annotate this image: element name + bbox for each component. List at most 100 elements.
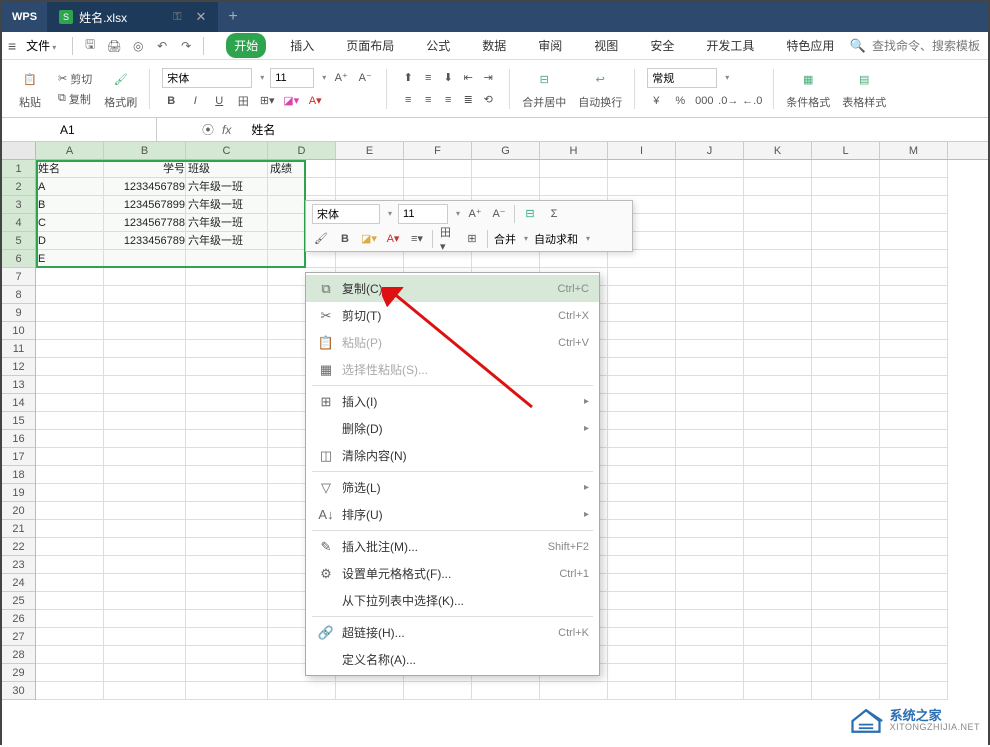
row-header-6[interactable]: 6 bbox=[2, 250, 35, 268]
cell[interactable] bbox=[744, 304, 812, 322]
ctx-item[interactable]: A↓排序(U)▸ bbox=[306, 501, 599, 528]
cell[interactable] bbox=[36, 322, 104, 340]
cell[interactable] bbox=[36, 376, 104, 394]
cell[interactable] bbox=[812, 538, 880, 556]
cell[interactable] bbox=[812, 448, 880, 466]
cell[interactable] bbox=[186, 556, 268, 574]
ctx-item[interactable]: 🔗超链接(H)...Ctrl+K bbox=[306, 619, 599, 646]
cell[interactable] bbox=[676, 196, 744, 214]
cell[interactable] bbox=[744, 502, 812, 520]
cell[interactable] bbox=[744, 160, 812, 178]
cell[interactable] bbox=[608, 178, 676, 196]
cell[interactable] bbox=[676, 268, 744, 286]
cell[interactable] bbox=[880, 286, 948, 304]
cell[interactable] bbox=[608, 556, 676, 574]
cell[interactable]: 1233456789 bbox=[104, 178, 186, 196]
cell[interactable] bbox=[540, 250, 608, 268]
tab-formula[interactable]: 公式 bbox=[418, 33, 458, 58]
cell[interactable]: 班级 bbox=[186, 160, 268, 178]
cell[interactable] bbox=[744, 520, 812, 538]
ctx-item[interactable]: ✎插入批注(M)...Shift+F2 bbox=[306, 533, 599, 560]
cell[interactable] bbox=[676, 502, 744, 520]
cell[interactable] bbox=[608, 358, 676, 376]
cell[interactable] bbox=[880, 250, 948, 268]
cell[interactable] bbox=[744, 664, 812, 682]
cell[interactable] bbox=[676, 664, 744, 682]
row-header-21[interactable]: 21 bbox=[2, 520, 35, 538]
ctx-item[interactable]: ◫清除内容(N) bbox=[306, 442, 599, 469]
mini-merge-icon[interactable]: ⊟ bbox=[521, 205, 539, 223]
cell[interactable] bbox=[812, 466, 880, 484]
cell[interactable] bbox=[186, 268, 268, 286]
cell[interactable] bbox=[676, 358, 744, 376]
cell[interactable] bbox=[676, 322, 744, 340]
cell[interactable] bbox=[880, 196, 948, 214]
cell[interactable] bbox=[336, 178, 404, 196]
cell[interactable] bbox=[744, 250, 812, 268]
cell[interactable] bbox=[608, 286, 676, 304]
cell[interactable] bbox=[812, 250, 880, 268]
cell[interactable] bbox=[472, 160, 540, 178]
cell[interactable] bbox=[880, 628, 948, 646]
row-header-1[interactable]: 1 bbox=[2, 160, 35, 178]
name-box[interactable]: A1 bbox=[2, 118, 157, 141]
ctx-item[interactable]: ⊞插入(I)▸ bbox=[306, 388, 599, 415]
cell[interactable] bbox=[812, 376, 880, 394]
col-header-D[interactable]: D bbox=[268, 142, 336, 159]
tab-data[interactable]: 数据 bbox=[474, 33, 514, 58]
cell[interactable] bbox=[104, 376, 186, 394]
select-all-corner[interactable] bbox=[2, 142, 36, 159]
cell[interactable] bbox=[104, 466, 186, 484]
comma-icon[interactable]: 000 bbox=[695, 92, 713, 110]
row-header-24[interactable]: 24 bbox=[2, 574, 35, 592]
cell[interactable] bbox=[36, 628, 104, 646]
cell[interactable] bbox=[812, 232, 880, 250]
cell[interactable] bbox=[676, 556, 744, 574]
print-icon[interactable]: 🖨 bbox=[107, 39, 121, 53]
cell[interactable] bbox=[812, 502, 880, 520]
cell[interactable]: C bbox=[36, 214, 104, 232]
cell[interactable] bbox=[880, 394, 948, 412]
mini-merge-label[interactable]: 合并 bbox=[494, 231, 516, 247]
cell[interactable] bbox=[608, 574, 676, 592]
cell[interactable] bbox=[880, 322, 948, 340]
cell[interactable] bbox=[880, 304, 948, 322]
cell[interactable] bbox=[608, 538, 676, 556]
cell[interactable] bbox=[186, 520, 268, 538]
row-header-20[interactable]: 20 bbox=[2, 502, 35, 520]
cell[interactable] bbox=[880, 592, 948, 610]
align-top-icon[interactable]: ⬆ bbox=[399, 69, 417, 87]
cell[interactable] bbox=[812, 646, 880, 664]
tab-security[interactable]: 安全 bbox=[642, 33, 682, 58]
row-header-22[interactable]: 22 bbox=[2, 538, 35, 556]
cell[interactable]: 六年级一班 bbox=[186, 196, 268, 214]
cell[interactable] bbox=[608, 610, 676, 628]
cell[interactable] bbox=[744, 286, 812, 304]
row-header-5[interactable]: 5 bbox=[2, 232, 35, 250]
cell[interactable] bbox=[676, 232, 744, 250]
italic-icon[interactable]: I bbox=[186, 92, 204, 110]
cell[interactable] bbox=[880, 520, 948, 538]
cell[interactable] bbox=[36, 556, 104, 574]
cell[interactable] bbox=[608, 304, 676, 322]
cell[interactable] bbox=[472, 250, 540, 268]
ctx-item[interactable]: ⧉复制(C)Ctrl+C bbox=[306, 275, 599, 302]
cell[interactable] bbox=[36, 484, 104, 502]
cell[interactable] bbox=[36, 538, 104, 556]
cell[interactable] bbox=[104, 484, 186, 502]
cell[interactable] bbox=[540, 682, 608, 700]
row-header-3[interactable]: 3 bbox=[2, 196, 35, 214]
cell[interactable] bbox=[880, 232, 948, 250]
border-more-icon[interactable]: ⊞▾ bbox=[258, 92, 276, 110]
cell[interactable] bbox=[676, 394, 744, 412]
cell[interactable] bbox=[744, 340, 812, 358]
cell[interactable] bbox=[186, 286, 268, 304]
mini-bold-icon[interactable]: B bbox=[336, 230, 354, 248]
row-header-2[interactable]: 2 bbox=[2, 178, 35, 196]
cell[interactable] bbox=[36, 574, 104, 592]
cell[interactable] bbox=[812, 286, 880, 304]
cell[interactable] bbox=[676, 628, 744, 646]
cell[interactable] bbox=[676, 484, 744, 502]
cell[interactable] bbox=[880, 484, 948, 502]
tab-special[interactable]: 特色应用 bbox=[778, 33, 842, 58]
